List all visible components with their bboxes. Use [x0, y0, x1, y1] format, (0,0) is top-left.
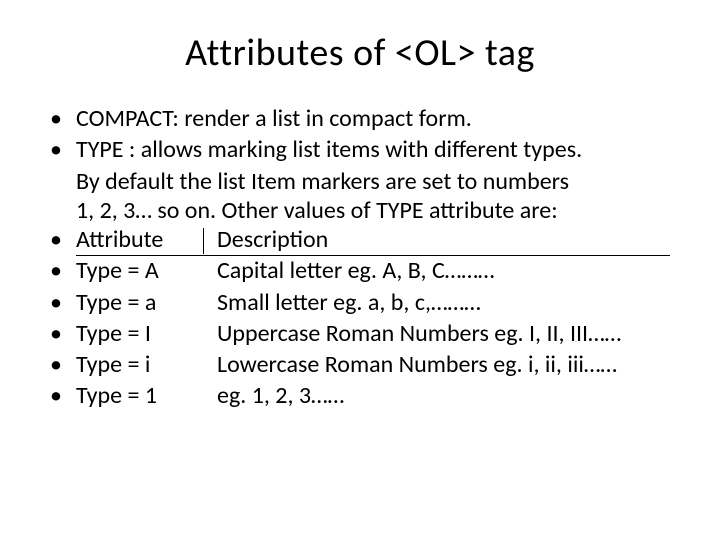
slide-title: Attributes of <OL> tag [40, 30, 680, 76]
bullet-compact: COMPACT: render a list in compact form. [40, 104, 680, 133]
bullet-type-line1: TYPE : allows marking list items with di… [40, 135, 680, 164]
table-row: Type = a Small letter eg. a, b, c,……… [40, 288, 680, 317]
header-attribute: Attribute [76, 225, 211, 254]
row-desc: Lowercase Roman Numbers eg. i, ii, iii…… [211, 350, 680, 379]
row-desc: Uppercase Roman Numbers eg. I, II, III…… [211, 319, 680, 348]
type-table: Attribute Description Type = A Capital l… [40, 225, 680, 411]
table-row: Type = i Lowercase Roman Numbers eg. i, … [40, 350, 680, 379]
row-attr: Type = A [76, 256, 211, 285]
row-attr: Type = i [76, 350, 211, 379]
bullet-type-line3: 1, 2, 3… so on. Other values of TYPE att… [40, 196, 680, 225]
table-row: Type = I Uppercase Roman Numbers eg. I, … [40, 319, 680, 348]
table-row: Type = A Capital letter eg. A, B, C……… [40, 256, 680, 285]
row-desc: Capital letter eg. A, B, C……… [211, 256, 680, 285]
row-attr: Type = 1 [76, 381, 211, 410]
row-attr: Type = a [76, 288, 211, 317]
bullet-type-line2: By default the list Item markers are set… [40, 167, 680, 196]
table-header-row: Attribute Description [40, 225, 680, 254]
header-description: Description [211, 225, 680, 254]
table-row: Type = 1 eg. 1, 2, 3…… [40, 381, 680, 410]
row-desc: eg. 1, 2, 3…… [211, 381, 680, 410]
row-attr: Type = I [76, 319, 211, 348]
row-desc: Small letter eg. a, b, c,……… [211, 288, 680, 317]
bullet-list: COMPACT: render a list in compact form. … [40, 104, 680, 165]
slide: Attributes of <OL> tag COMPACT: render a… [0, 0, 720, 540]
type-table-rows: Attribute Description Type = A Capital l… [40, 225, 680, 411]
